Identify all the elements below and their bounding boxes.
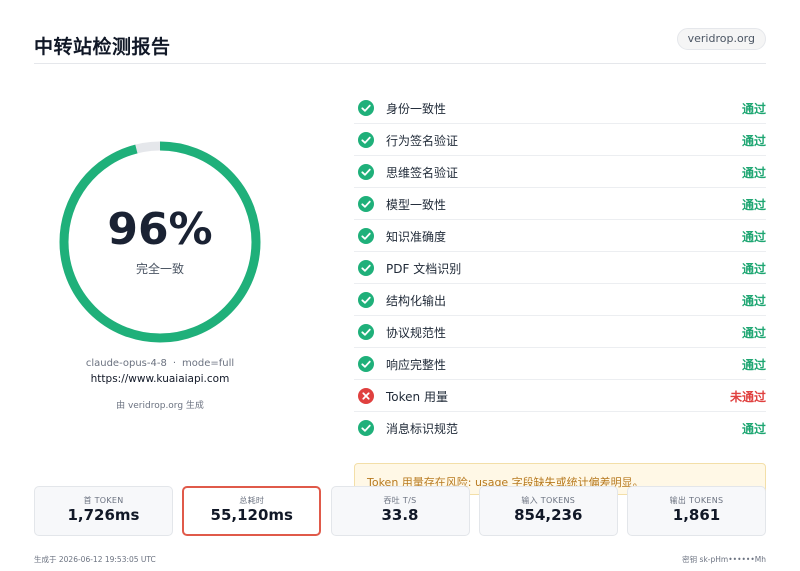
check-name: 结构化输出 — [386, 294, 447, 308]
check-circle-icon — [358, 100, 374, 116]
run-meta: claude-opus-4-8 · mode=full — [40, 358, 280, 369]
check-row: 响应完整性 通过 — [354, 348, 766, 380]
check-name: 响应完整性 — [386, 358, 447, 372]
model-name: claude-opus-4-8 — [85, 358, 167, 369]
check-status: 通过 — [741, 422, 766, 436]
check-status: 通过 — [741, 102, 766, 116]
check-status: 通过 — [741, 294, 766, 308]
target-url[interactable]: https://www.kuaiaiapi.com — [40, 373, 280, 385]
metric-value: 1,861 — [672, 506, 721, 524]
check-status: 通过 — [741, 262, 766, 276]
report-header: 中转站检测报告 veridrop.org — [34, 28, 766, 64]
metric-value: 854,236 — [514, 506, 583, 524]
check-status: 未通过 — [729, 390, 766, 404]
generated-timestamp: 生成于 2026-06-12 19:53:05 UTC — [34, 555, 156, 564]
check-circle-icon — [358, 228, 374, 244]
check-status: 通过 — [741, 230, 766, 244]
page-title: 中转站检测报告 — [34, 36, 171, 58]
check-name: 行为签名验证 — [386, 134, 459, 148]
check-row: 知识准确度 通过 — [354, 220, 766, 252]
check-circle-icon — [358, 292, 374, 308]
meta-separator: · — [172, 358, 177, 369]
metric-label: 总耗时 — [239, 496, 265, 505]
check-row: 行为签名验证 通过 — [354, 124, 766, 156]
check-circle-icon — [358, 196, 374, 212]
metric-label: 输出 TOKENS — [669, 496, 724, 505]
metric-card: 吞吐 T/S 33.8 — [330, 486, 470, 536]
metric-value: 55,120ms — [210, 506, 293, 524]
site-badge[interactable]: veridrop.org — [676, 28, 766, 50]
metric-card: 首 TOKEN 1,726ms — [34, 486, 173, 536]
check-name: PDF 文档识别 — [386, 262, 462, 276]
check-row: Token 用量 未通过 — [354, 380, 766, 412]
metric-card: 输入 TOKENS 854,236 — [478, 486, 618, 536]
metric-label: 吞吐 T/S — [383, 496, 417, 505]
check-row: 思维签名验证 通过 — [354, 156, 766, 188]
check-row: PDF 文档识别 通过 — [354, 252, 766, 284]
check-row: 模型一致性 通过 — [354, 188, 766, 220]
metric-value: 33.8 — [381, 506, 419, 524]
metric-card: 总耗时 55,120ms — [182, 486, 322, 536]
metrics-row: 首 TOKEN 1,726ms 总耗时 55,120ms 吞吐 T/S 33.8 输入 TO… — [34, 486, 766, 536]
check-name: 身份一致性 — [386, 102, 447, 116]
check-circle-icon — [358, 260, 374, 276]
generated-by: 由 veridrop.org 生成 — [116, 401, 204, 411]
check-name: 模型一致性 — [386, 198, 447, 212]
score-value: 96% — [107, 204, 213, 255]
check-status: 通过 — [741, 134, 766, 148]
mode-label: mode=full — [182, 358, 235, 369]
x-circle-icon — [358, 388, 374, 404]
api-key-masked: 密钥 sk-pHm••••••Mh — [682, 555, 766, 564]
check-status: 通过 — [741, 326, 766, 340]
check-name: Token 用量 — [386, 390, 448, 404]
score-gauge: 96% 完全一致 — [58, 140, 262, 344]
check-circle-icon — [358, 164, 374, 180]
metric-value: 1,726ms — [67, 506, 140, 524]
check-name: 协议规范性 — [386, 326, 447, 340]
check-circle-icon — [358, 324, 374, 340]
metric-label: 输入 TOKENS — [521, 496, 576, 505]
check-status: 通过 — [741, 198, 766, 212]
check-row: 协议规范性 通过 — [354, 316, 766, 348]
score-verdict: 完全一致 — [135, 262, 184, 276]
check-list: 身份一致性 通过 行为签名验证 通过 思维签名验证 通过 模型一致性 通过 知识准确度 通过 PDF… — [354, 92, 766, 444]
check-status: 通过 — [741, 358, 766, 372]
check-row: 身份一致性 通过 — [354, 92, 766, 124]
metric-card: 输出 TOKENS 1,861 — [627, 486, 766, 536]
check-row: 消息标识规范 通过 — [354, 412, 766, 444]
check-status: 通过 — [741, 166, 766, 180]
check-circle-icon — [358, 132, 374, 148]
check-name: 知识准确度 — [386, 230, 447, 244]
check-name: 消息标识规范 — [386, 422, 459, 436]
check-circle-icon — [358, 356, 374, 372]
check-name: 思维签名验证 — [386, 166, 459, 180]
metric-label: 首 TOKEN — [83, 496, 124, 505]
check-circle-icon — [358, 420, 374, 436]
check-row: 结构化输出 通过 — [354, 284, 766, 316]
